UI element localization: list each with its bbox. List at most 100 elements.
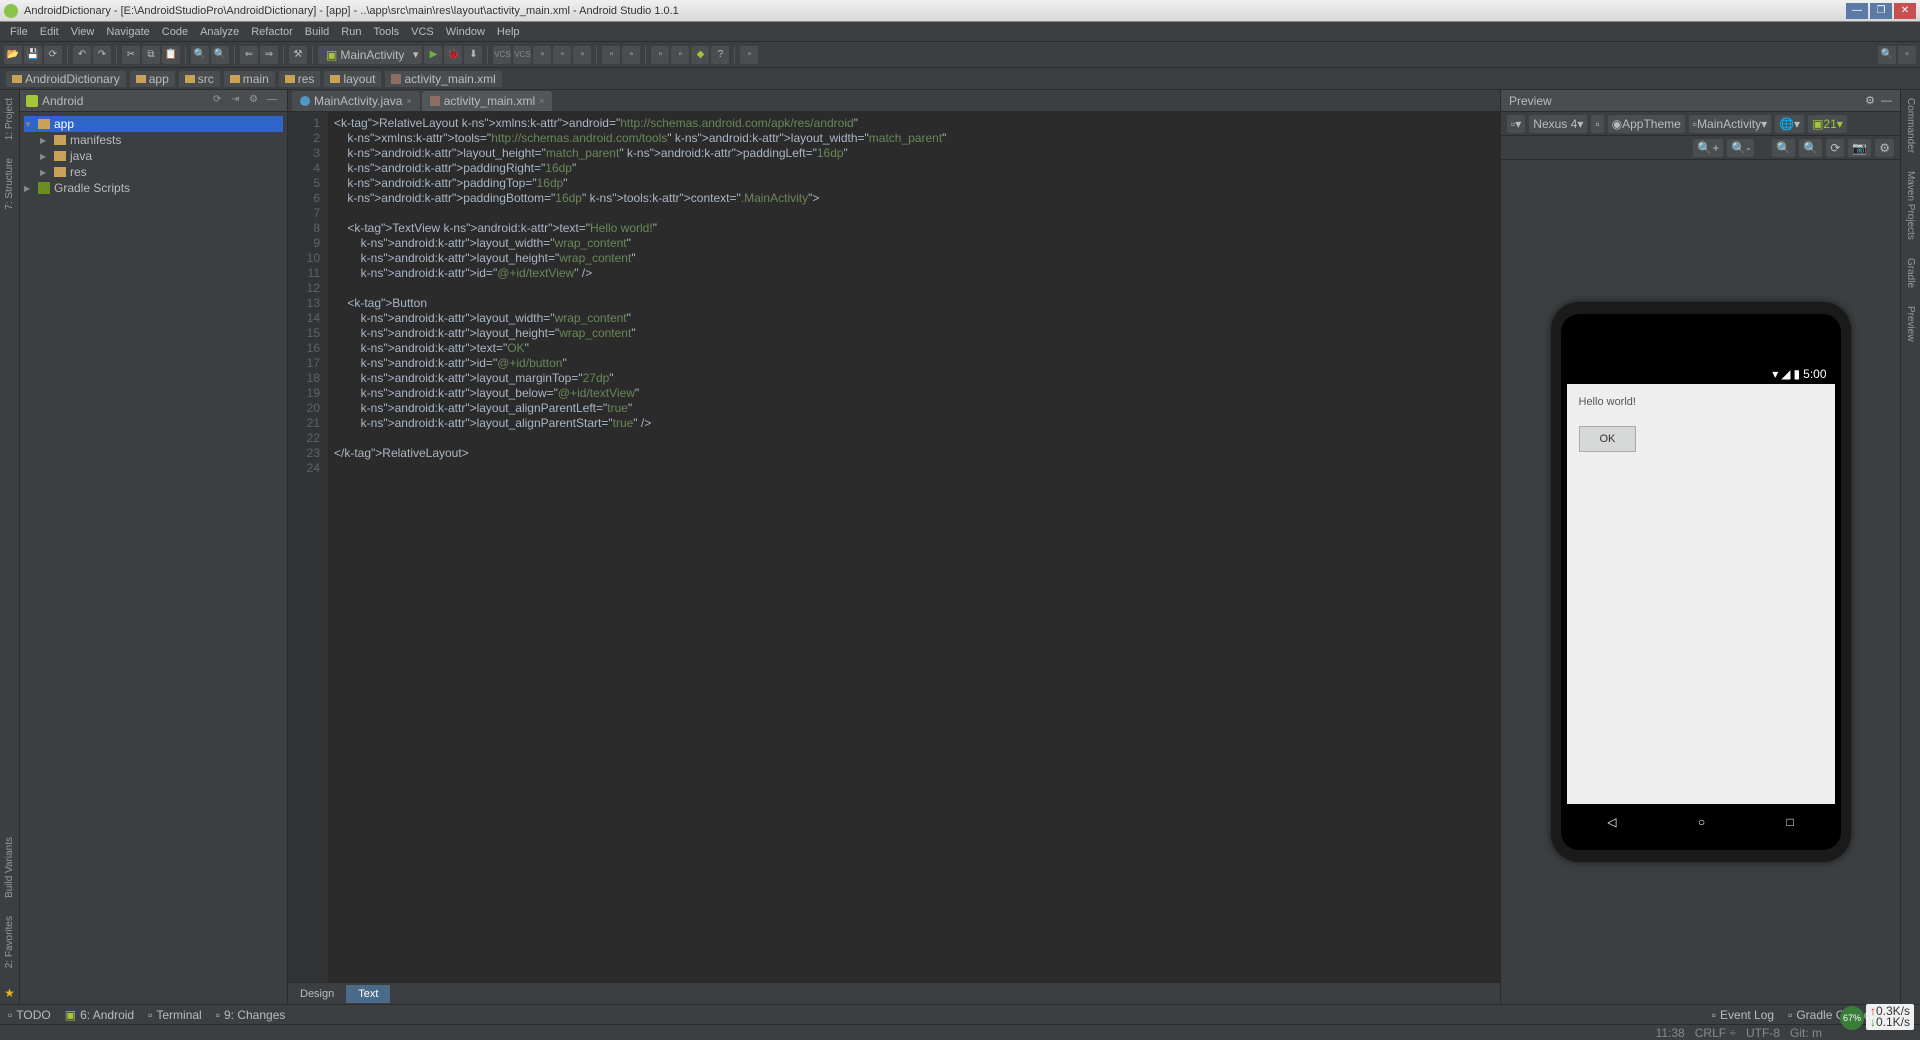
search-everywhere-icon[interactable]: 🔍 (1878, 46, 1896, 64)
menu-navigate[interactable]: Navigate (100, 24, 155, 40)
redo-icon[interactable]: ↷ (93, 46, 111, 64)
hide-icon[interactable]: — (1881, 95, 1892, 107)
status-changes[interactable]: ▫9: Changes (216, 1008, 286, 1022)
code-editor[interactable]: 123456789101112131415161718192021222324 … (288, 112, 1500, 982)
rail-favorites[interactable]: 2: Favorites (4, 912, 15, 972)
tb-icon-5[interactable]: ▫ (740, 46, 758, 64)
tb-icon-4[interactable]: ▫ (671, 46, 689, 64)
activity-select[interactable]: ▫MainActivity▾ (1689, 115, 1771, 133)
close-icon[interactable]: × (406, 96, 411, 106)
attach-icon[interactable]: ⬇ (464, 46, 482, 64)
status-event-log[interactable]: ▫Event Log (1712, 1008, 1774, 1022)
menu-vcs[interactable]: VCS (405, 24, 440, 40)
paste-icon[interactable]: 📋 (162, 46, 180, 64)
tab-mainactivity-java[interactable]: MainActivity.java× (292, 91, 420, 111)
crumb-file[interactable]: activity_main.xml (385, 71, 501, 87)
git-branch[interactable]: Git: m (1790, 1026, 1822, 1040)
project-view-selector[interactable]: Android (42, 94, 83, 108)
menu-build[interactable]: Build (299, 24, 335, 40)
tb-icon-1[interactable]: ▫ (602, 46, 620, 64)
rail-project[interactable]: 1: Project (4, 94, 15, 144)
rail-build-variants[interactable]: Build Variants (4, 833, 15, 902)
code-content[interactable]: <k-tag">RelativeLayout k-ns">xmlns:k-att… (328, 112, 1500, 982)
sync-icon[interactable]: ⟳ (213, 94, 227, 108)
hide-icon[interactable]: — (267, 94, 281, 108)
status-todo[interactable]: ▫TODO (8, 1008, 51, 1022)
menu-analyze[interactable]: Analyze (194, 24, 245, 40)
crumb-src[interactable]: src (179, 71, 220, 87)
rail-commander[interactable]: Commander (1905, 94, 1916, 157)
menu-file[interactable]: File (4, 24, 34, 40)
crumb-app[interactable]: app (130, 71, 175, 87)
text-tab[interactable]: Text (346, 985, 390, 1003)
zoom-actual-icon[interactable]: 🔍 (1799, 139, 1822, 157)
tab-activity-main-xml[interactable]: activity_main.xml× (422, 91, 553, 111)
line-separator[interactable]: CRLF ÷ (1695, 1026, 1736, 1040)
status-terminal[interactable]: ▫Terminal (148, 1008, 202, 1022)
tree-item-res[interactable]: ▶res (24, 164, 283, 180)
gear-icon[interactable]: ⚙ (1865, 94, 1875, 107)
rail-structure[interactable]: 7: Structure (4, 154, 15, 214)
minimize-button[interactable]: — (1846, 3, 1868, 19)
close-button[interactable]: ✕ (1894, 3, 1916, 19)
zoom-in-icon[interactable]: 🔍+ (1693, 139, 1723, 157)
menu-edit[interactable]: Edit (34, 24, 65, 40)
crumb-layout[interactable]: layout (324, 71, 381, 87)
tb-icon-3[interactable]: ▫ (651, 46, 669, 64)
crumb-main[interactable]: main (224, 71, 275, 87)
help-icon[interactable]: ? (711, 46, 729, 64)
toolbar-collapse-icon[interactable]: ▫ (1898, 46, 1916, 64)
status-android[interactable]: ▣6: Android (65, 1008, 134, 1022)
tree-item-manifests[interactable]: ▶manifests (24, 132, 283, 148)
back-icon[interactable]: ⇐ (240, 46, 258, 64)
ddms-icon[interactable]: ▫ (573, 46, 591, 64)
replace-icon[interactable]: 🔍 (211, 46, 229, 64)
screenshot-icon[interactable]: 📷 (1848, 139, 1871, 157)
menu-tools[interactable]: Tools (367, 24, 405, 40)
rail-maven[interactable]: Maven Projects (1905, 167, 1916, 244)
run-button[interactable]: ▶ (424, 46, 442, 64)
maximize-button[interactable]: ❐ (1870, 3, 1892, 19)
tree-item-gradle[interactable]: ▶Gradle Scripts (24, 180, 283, 196)
crumb-res[interactable]: res (279, 71, 321, 87)
star-icon[interactable]: ★ (4, 982, 15, 1004)
settings-icon[interactable]: ⚙ (1875, 139, 1894, 157)
gear-icon[interactable]: ⚙ (249, 94, 263, 108)
zoom-out-icon[interactable]: 🔍- (1727, 139, 1754, 157)
tb-icon-2[interactable]: ▫ (622, 46, 640, 64)
undo-icon[interactable]: ↶ (73, 46, 91, 64)
tree-item-java[interactable]: ▶java (24, 148, 283, 164)
avd-icon[interactable]: ▫ (533, 46, 551, 64)
vcs-icon[interactable]: VCS (493, 46, 511, 64)
rail-gradle[interactable]: Gradle (1905, 254, 1916, 292)
memory-badge[interactable]: 67% (1840, 1006, 1864, 1030)
tree-item-app[interactable]: ▼app (24, 116, 283, 132)
collapse-icon[interactable]: ⇥ (231, 94, 245, 108)
device-select[interactable]: ▫▾ (1507, 115, 1525, 133)
project-tree[interactable]: ▼app ▶manifests ▶java ▶res ▶Gradle Scrip… (20, 112, 287, 200)
zoom-fit-icon[interactable]: 🔍 (1772, 139, 1795, 157)
copy-icon[interactable]: ⧉ (142, 46, 160, 64)
make-icon[interactable]: ⚒ (289, 46, 307, 64)
forward-icon[interactable]: ⇒ (260, 46, 278, 64)
run-config-select[interactable]: ▣ MainActivity (318, 46, 422, 64)
theme-select[interactable]: ◉AppTheme (1608, 115, 1685, 133)
cursor-position[interactable]: 11:38 (1656, 1026, 1685, 1040)
find-icon[interactable]: 🔍 (191, 46, 209, 64)
close-icon[interactable]: × (539, 96, 544, 106)
vcs-update-icon[interactable]: VCS (513, 46, 531, 64)
file-encoding[interactable]: UTF-8 (1746, 1026, 1780, 1040)
menu-view[interactable]: View (65, 24, 101, 40)
sdk-icon[interactable]: ▫ (553, 46, 571, 64)
menu-help[interactable]: Help (491, 24, 526, 40)
debug-button[interactable]: 🐞 (444, 46, 462, 64)
cut-icon[interactable]: ✂ (122, 46, 140, 64)
menu-run[interactable]: Run (335, 24, 367, 40)
open-icon[interactable]: 📂 (4, 46, 22, 64)
orientation-icon[interactable]: ▫ (1591, 115, 1603, 133)
refresh-icon[interactable]: ⟳ (1826, 139, 1844, 157)
menu-refactor[interactable]: Refactor (245, 24, 299, 40)
menu-window[interactable]: Window (440, 24, 491, 40)
android-robot-icon[interactable]: ◆ (691, 46, 709, 64)
menu-code[interactable]: Code (156, 24, 194, 40)
